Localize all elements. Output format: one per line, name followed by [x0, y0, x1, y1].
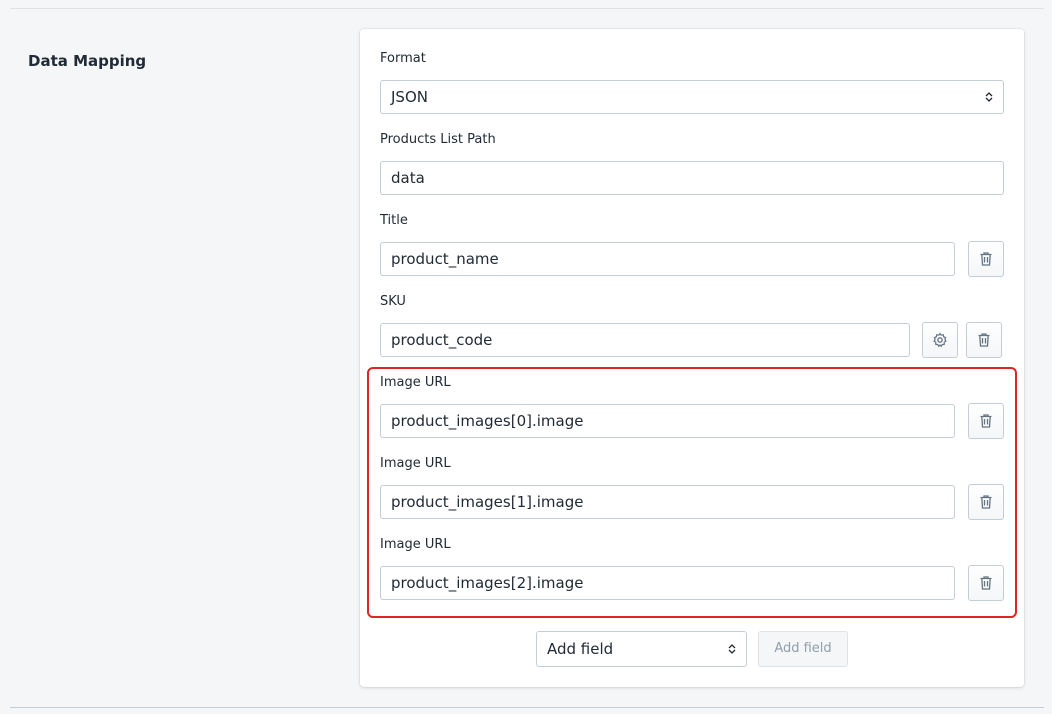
products-path-label: Products List Path — [380, 132, 496, 147]
trash-icon — [980, 495, 992, 509]
bottom-divider — [10, 707, 1044, 708]
products-path-input[interactable]: data — [380, 161, 1004, 195]
sku-field-label: SKU — [380, 294, 406, 309]
trash-icon — [980, 576, 992, 590]
sku-delete-button[interactable] — [966, 322, 1002, 358]
add-field-select[interactable]: Add field — [536, 631, 747, 667]
trash-icon — [980, 252, 992, 266]
title-field-label: Title — [380, 213, 408, 228]
image-url-delete-button-3[interactable] — [968, 565, 1004, 601]
format-label: Format — [380, 51, 426, 66]
trash-icon — [978, 333, 990, 347]
image-url-input-2[interactable]: product_images[1].image — [380, 485, 955, 519]
format-select[interactable]: JSON — [380, 80, 1004, 114]
add-field-button[interactable]: Add field — [758, 631, 848, 667]
image-url-label-3: Image URL — [380, 537, 451, 552]
gear-icon — [933, 332, 947, 347]
data-mapping-card: Format JSON Products List Path data Titl… — [360, 29, 1024, 687]
title-field-input[interactable]: product_name — [380, 242, 955, 276]
image-url-label-2: Image URL — [380, 456, 451, 471]
select-arrows-icon — [985, 92, 993, 102]
image-url-delete-button-2[interactable] — [968, 484, 1004, 520]
image-url-input-3[interactable]: product_images[2].image — [380, 566, 955, 600]
section-title: Data Mapping — [28, 52, 147, 70]
sku-field-input[interactable]: product_code — [380, 323, 910, 357]
image-url-delete-button-1[interactable] — [968, 403, 1004, 439]
image-url-label-1: Image URL — [380, 375, 451, 390]
title-delete-button[interactable] — [968, 241, 1004, 277]
format-select-value: JSON — [391, 88, 428, 106]
select-arrows-icon — [728, 644, 736, 654]
add-field-select-value: Add field — [547, 640, 614, 658]
trash-icon — [980, 414, 992, 428]
top-divider — [10, 8, 1044, 9]
sku-settings-button[interactable] — [922, 322, 958, 358]
image-url-input-1[interactable]: product_images[0].image — [380, 404, 955, 438]
